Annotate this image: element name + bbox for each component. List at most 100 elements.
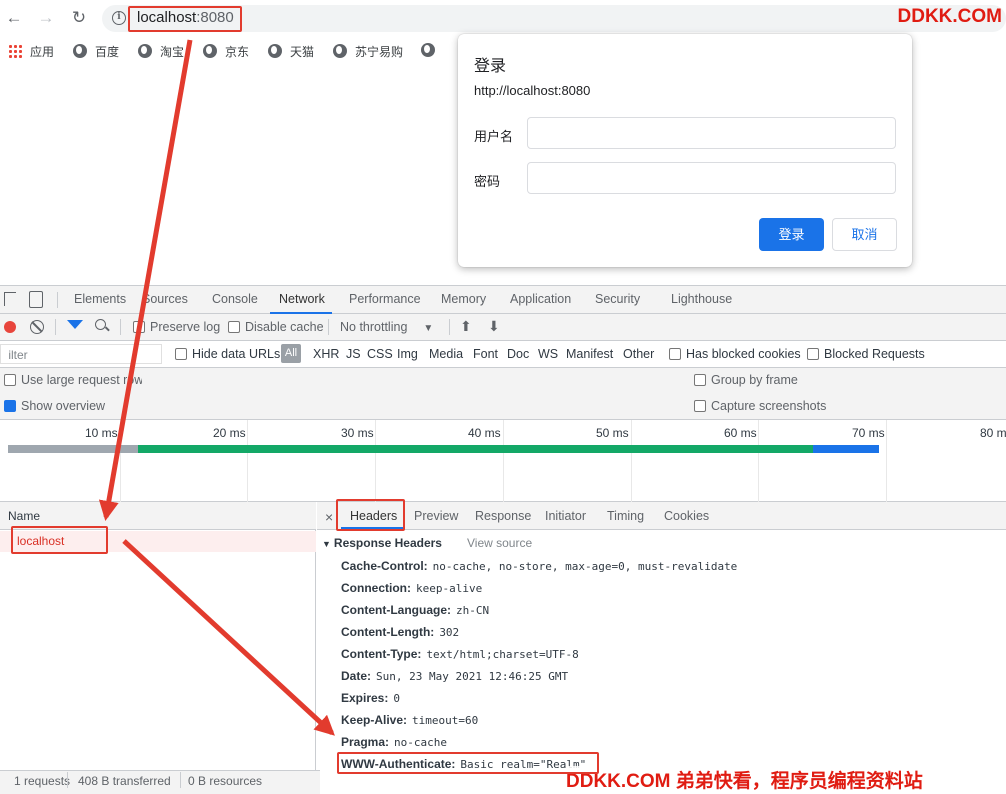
capture-screenshots-checkbox[interactable] [694,400,706,412]
filter-type-js[interactable]: JS [346,347,361,361]
close-icon[interactable]: × [325,509,333,525]
blocked-requests-toggle[interactable]: Blocked Requests [807,347,925,361]
disable-cache-toggle[interactable]: Disable cache [228,320,324,334]
timeline-waiting-bar [8,445,138,453]
tab-preview[interactable]: Preview [414,509,458,523]
filter-type-img[interactable]: Img [397,347,418,361]
bookmark-tmall[interactable]: 天猫 [268,43,314,59]
response-headers-toggle[interactable]: ▼ Response Headers [322,536,442,550]
triangle-down-icon: ▼ [322,539,331,549]
tab-application[interactable]: Application [510,292,571,306]
bookmark-taobao[interactable]: 淘宝 [138,43,184,59]
tab-timing[interactable]: Timing [607,509,644,523]
section-title-label: Response Headers [333,536,442,550]
view-source-link[interactable]: View source [467,536,532,550]
import-har-icon[interactable]: ⬆ [460,318,472,335]
login-button[interactable]: 登录 [759,218,824,251]
capture-screenshots-toggle[interactable]: Capture screenshots [694,399,826,413]
disable-cache-label: Disable cache [245,320,324,334]
show-overview-toggle[interactable]: Show overview [4,399,105,413]
header-row: Expires: 0 [341,691,400,705]
bookmark-apps[interactable]: 应用 [8,43,54,59]
header-value: 0 [393,692,400,705]
apps-grid-icon [8,44,22,58]
header-value: timeout=60 [412,714,479,727]
bookmark-suning[interactable]: 苏宁易购 [333,43,403,59]
timeline-overview[interactable]: 10 ms 20 ms 30 ms 40 ms 50 ms 60 ms 70 m… [0,420,1006,502]
tab-console[interactable]: Console [212,292,258,306]
search-icon[interactable] [95,319,110,332]
large-rows-label: Use large request rows [21,373,142,387]
filter-type-ws[interactable]: WS [538,347,558,361]
bookmark-baidu[interactable]: 百度 [73,43,119,59]
cancel-button[interactable]: 取消 [832,218,897,251]
disable-cache-checkbox[interactable] [228,321,240,333]
filter-type-manifest[interactable]: Manifest [566,347,613,361]
large-rows-checkbox[interactable] [4,374,16,386]
filter-type-doc[interactable]: Doc [507,347,529,361]
header-name: Content-Language: [341,603,451,617]
tab-cookies[interactable]: Cookies [664,509,709,523]
forward-arrow-icon[interactable]: → [36,8,56,28]
url-highlight-box [128,6,242,32]
tab-sources[interactable]: Sources [142,292,188,306]
filter-type-css[interactable]: CSS [367,347,393,361]
header-name: Content-Length: [341,625,435,639]
header-row: Connection: keep-alive [341,581,482,595]
filter-input[interactable]: Filter [0,344,162,364]
bookmark-more[interactable] [421,43,443,59]
preserve-log-label: Preserve log [150,320,221,334]
toolbar-divider [449,319,450,335]
username-input[interactable] [527,117,896,149]
large-rows-toggle[interactable]: Use large request rows [4,373,142,387]
tab-security[interactable]: Security [595,292,640,306]
capture-screenshots-label: Capture screenshots [711,399,827,413]
throttling-select[interactable]: No throttling ▼ [340,320,433,334]
back-arrow-icon[interactable]: ← [4,8,24,28]
has-blocked-cookies-checkbox[interactable] [669,348,681,360]
header-name: Connection: [341,581,411,595]
filter-type-all[interactable]: All [281,344,301,363]
timeline-download-bar [813,445,879,453]
inspect-element-icon[interactable] [4,292,16,306]
header-row: Content-Length: 302 [341,625,459,639]
tab-response[interactable]: Response [475,509,531,523]
group-by-frame-toggle[interactable]: Group by frame [694,373,798,387]
info-icon[interactable]: i [112,11,126,25]
tab-lighthouse[interactable]: Lighthouse [671,292,732,306]
show-overview-label: Show overview [21,399,106,413]
reload-icon[interactable]: ↻ [69,8,89,28]
filter-type-font[interactable]: Font [473,347,498,361]
timeline-tick-label: 30 ms [341,426,374,440]
filter-type-other[interactable]: Other [623,347,654,361]
device-toolbar-icon[interactable] [29,291,43,308]
hide-data-urls-toggle[interactable]: Hide data URLs [175,347,280,361]
filter-icon[interactable] [67,320,83,329]
tab-performance[interactable]: Performance [349,292,421,306]
bookmark-jd[interactable]: 京东 [203,43,249,59]
show-overview-checkbox[interactable] [4,400,16,412]
header-row: Cache-Control: no-cache, no-store, max-ag… [341,559,737,573]
filter-type-xhr[interactable]: XHR [313,347,339,361]
globe-icon [421,43,435,57]
blocked-requests-checkbox[interactable] [807,348,819,360]
preserve-log-toggle[interactable]: Preserve log [133,320,220,334]
preserve-log-checkbox[interactable] [133,321,145,333]
timeline-tick-label: 20 ms [213,426,246,440]
export-har-icon[interactable]: ⬇ [488,318,500,335]
tab-network[interactable]: Network [279,292,325,306]
timeline-gridline [631,420,632,502]
clear-icon[interactable] [30,320,44,334]
has-blocked-cookies-toggle[interactable]: Has blocked cookies [669,347,801,361]
globe-icon [268,44,282,58]
password-input[interactable] [527,162,896,194]
hide-data-urls-checkbox[interactable] [175,348,187,360]
group-by-frame-checkbox[interactable] [694,374,706,386]
record-icon[interactable] [4,321,16,333]
tab-elements[interactable]: Elements [74,292,126,306]
tab-memory[interactable]: Memory [441,292,486,306]
timeline-gridline [886,420,887,502]
filter-type-media[interactable]: Media [429,347,463,361]
tab-initiator[interactable]: Initiator [545,509,586,523]
filter-placeholder: Filter [1,348,28,362]
